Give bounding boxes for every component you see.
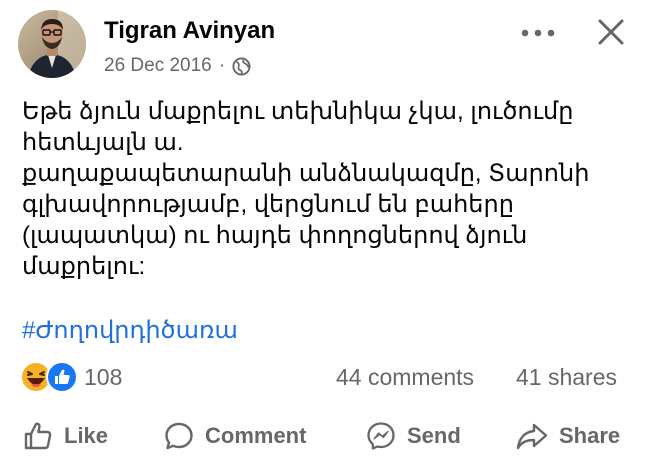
reaction-count: 108 <box>84 363 123 390</box>
shares-count[interactable]: 41 shares <box>516 364 617 391</box>
globe-icon[interactable] <box>232 56 251 76</box>
post-date[interactable]: 26 Dec 2016 <box>104 55 212 77</box>
like-button[interactable]: Like <box>22 420 108 452</box>
comment-label: Comment <box>205 423 307 448</box>
reaction-icons <box>20 361 82 393</box>
reactions-summary[interactable]: 108 <box>20 361 123 393</box>
send-label: Send <box>407 423 461 448</box>
share-label: Share <box>559 423 621 448</box>
messenger-icon <box>367 422 395 450</box>
avatar-photo <box>18 10 86 78</box>
share-button[interactable]: Share <box>515 420 620 452</box>
meta-separator: · <box>218 55 226 76</box>
more-options-button[interactable] <box>518 22 558 44</box>
comments-count[interactable]: 44 comments <box>336 364 474 391</box>
more-horizontal-icon <box>521 29 555 37</box>
author-name[interactable]: Tigran Avinyan <box>104 17 275 45</box>
post-text-line: (լապատկա) ու հայդե փողոցներով ձյուն <box>22 222 528 249</box>
share-icon <box>516 423 548 450</box>
comment-icon <box>165 422 193 450</box>
post-text-line: գլխավորությամբ, վերցնում են բահերը <box>22 191 514 218</box>
thumbs-up-icon <box>24 422 52 450</box>
post-text: Եթե ձյուն մաքրելու տեխնիկա չկա, լուծումը… <box>22 96 637 282</box>
send-button[interactable]: Send <box>365 420 461 452</box>
post-text-line: մաքրելու: <box>22 253 146 280</box>
close-button[interactable] <box>595 16 627 48</box>
action-bar: Like Comment Send Share <box>0 412 650 464</box>
facebook-post: Tigran Avinyan 26 Dec 2016 · Եթե ձյուն մ… <box>0 0 650 475</box>
post-meta: 26 Dec 2016 · <box>104 55 251 77</box>
post-text-line: Եթե ձյուն մաքրելու տեխնիկա չկա, լուծումը <box>22 98 574 125</box>
post-text-line: հետևյալն ա. <box>22 129 184 156</box>
post-text-line: քաղաքապետարանի անձնակազմը, Տարոնի <box>22 160 590 187</box>
like-label: Like <box>64 423 109 448</box>
comment-button[interactable]: Comment <box>163 420 306 452</box>
hashtag-link[interactable]: #Ժողովրդիծառա <box>22 316 238 345</box>
avatar[interactable] <box>18 10 86 78</box>
like-icon <box>46 361 78 393</box>
close-icon <box>598 19 624 45</box>
